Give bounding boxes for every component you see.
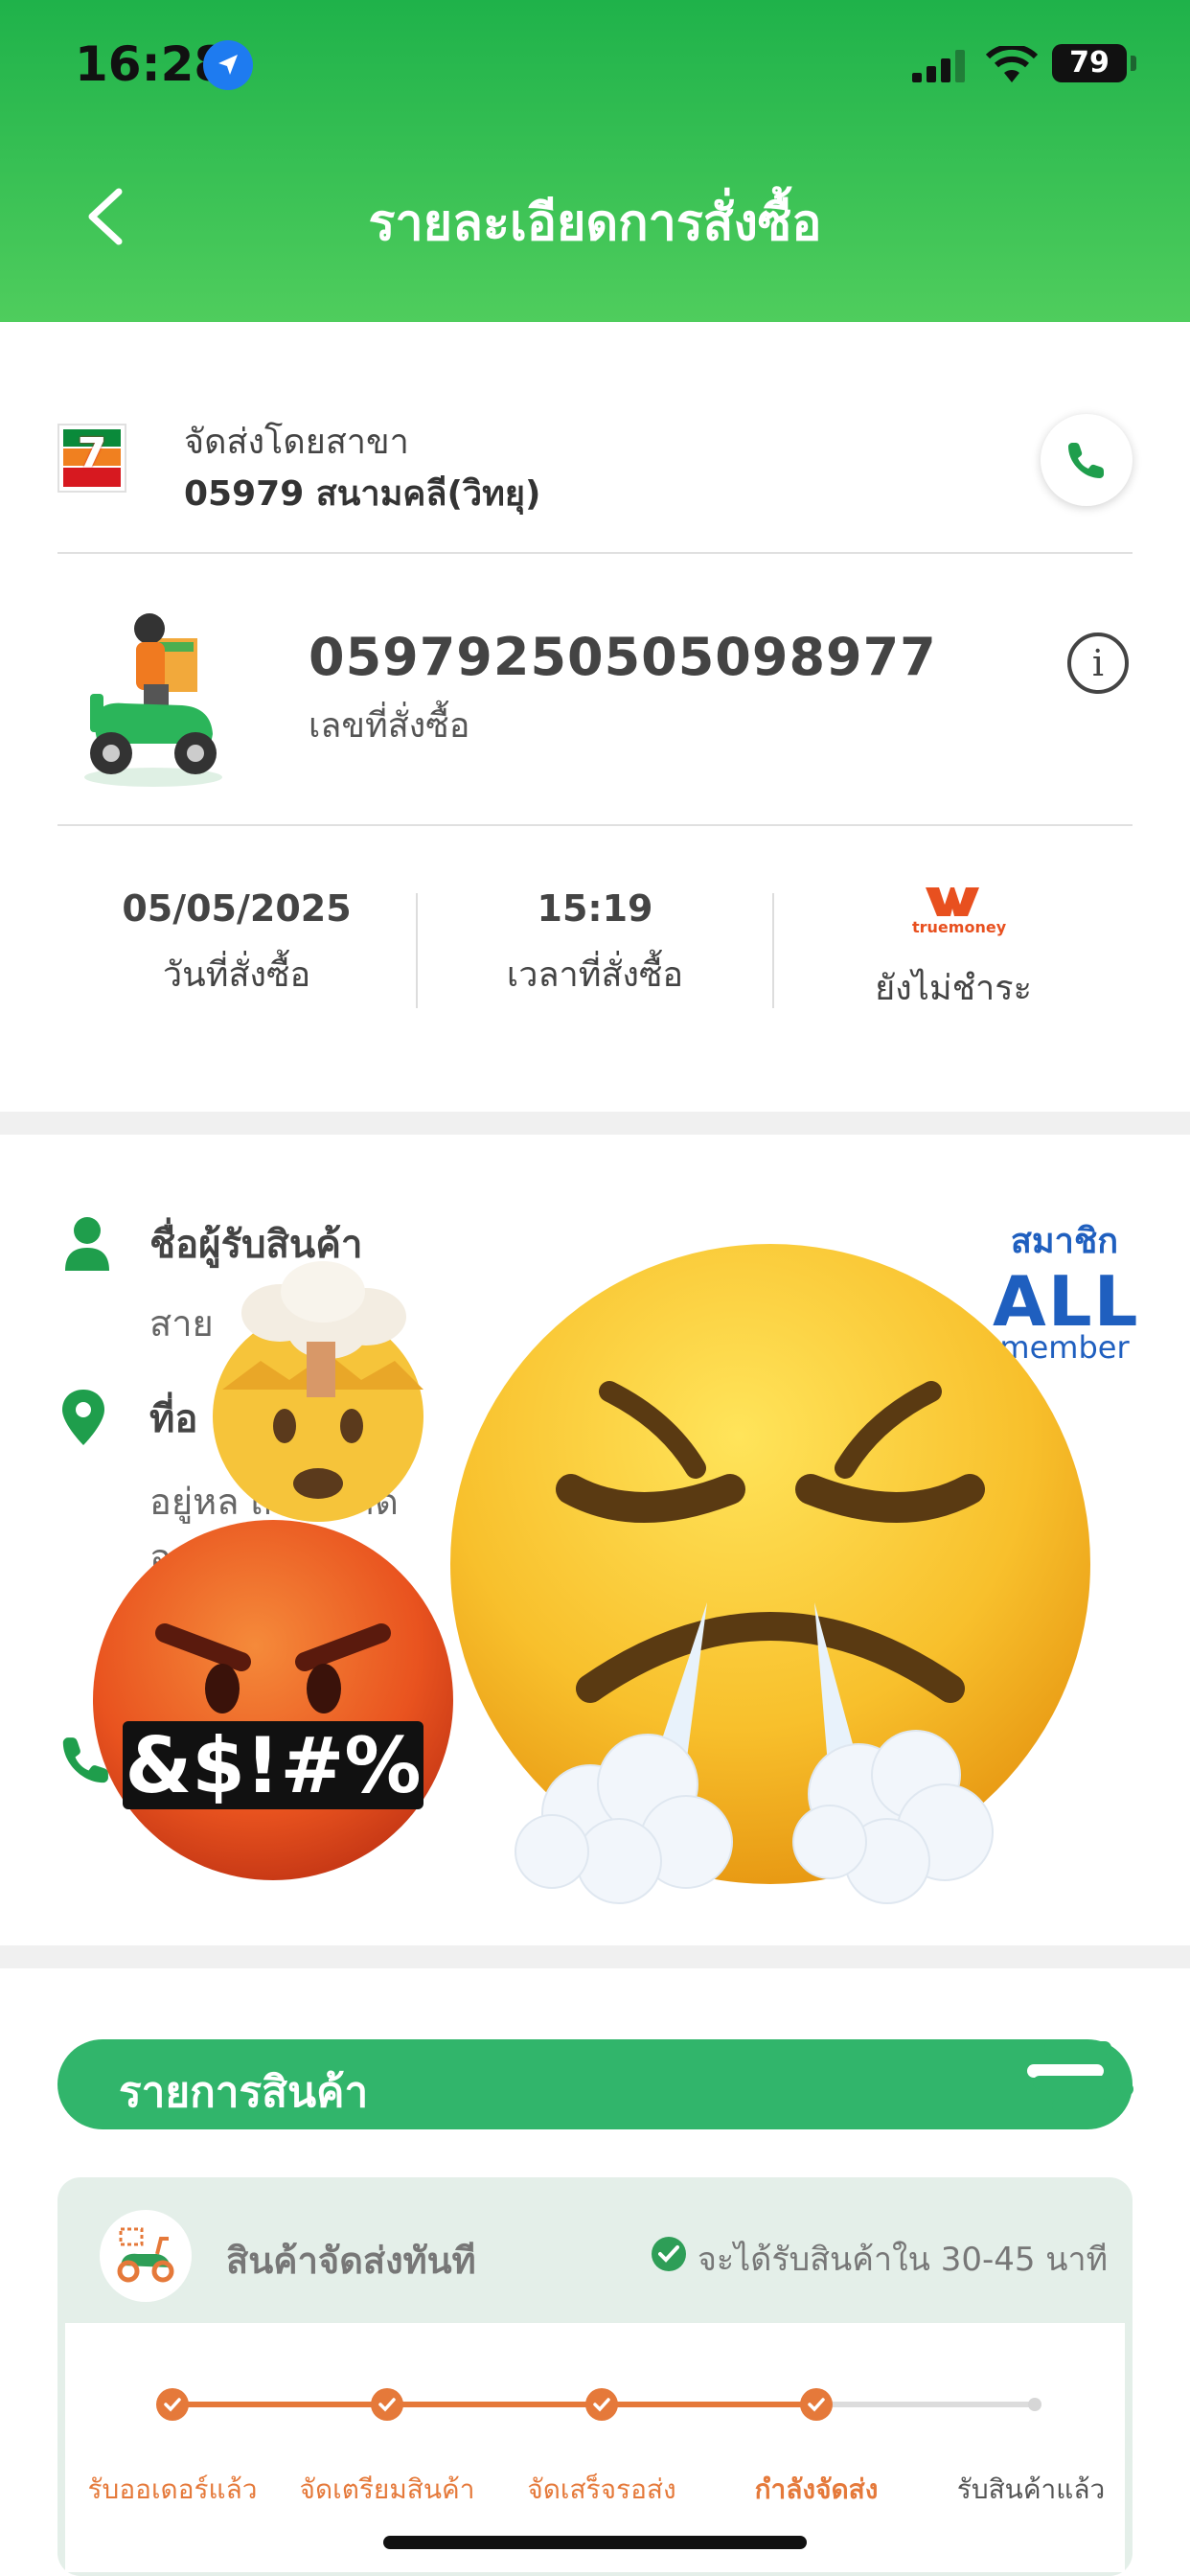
scooter-icon [117,2227,174,2283]
speed-lines-icon [1027,2041,1133,2112]
divider [57,824,1133,826]
location-pin-icon [62,1390,104,1445]
person-icon [65,1217,109,1271]
battery-level: 79 [1069,46,1110,80]
location-arrow-icon [203,40,253,90]
step-label: จัดเสร็จรอส่ง [527,2473,676,2505]
header: 16:28 79 รายละเอียดการสั่งซื้อ [0,0,1190,322]
payment-brand: truemoney [912,918,1007,936]
delivery-card: สินค้าจัดส่งทันที จะได้รับสินค้าใน 30-45… [57,2177,1133,2576]
home-indicator[interactable] [383,2536,807,2549]
branch-name: 05979 สนามคลี(วิทยุ) [184,474,541,514]
face-with-steam-emoji [450,1244,1090,1904]
order-date-label: วันที่สั่งซื้อ [162,955,311,995]
step-done-icon [800,2388,833,2421]
order-date-stat: 05/05/2025 วันที่สั่งซื้อ [57,887,416,1001]
info-icon[interactable]: i [1067,632,1129,694]
payment-status-stat: ยังไม่ชำระ [774,960,1133,1015]
delivery-progress: รับออเดอร์แล้ว จัดเตรียมสินค้า จัดเสร็จร… [65,2323,1125,2572]
call-branch-button[interactable] [1041,414,1133,506]
delivery-eta: จะได้รับสินค้าใน 30-45 นาที [698,2241,1109,2279]
payment-status-label: ยังไม่ชำระ [875,969,1032,1008]
svg-text:&$!#%: &$!#% [125,1721,421,1810]
step-label-current: กำลังจัดส่ง [754,2473,879,2505]
delivery-badge [100,2210,192,2302]
section-gap [0,1945,1190,1968]
status-bar: 16:28 79 [0,0,1190,134]
order-number-label: เลขที่สั่งซื้อ [309,706,470,746]
step-label: จัดเตรียมสินค้า [299,2473,475,2505]
step-done-icon [371,2388,403,2421]
step-done-icon [585,2388,618,2421]
progress-track-remaining [816,2402,1035,2407]
battery-tip [1131,56,1136,71]
seven-eleven-logo-icon: 7 [57,424,126,493]
divider [57,552,1133,554]
branch-label: จัดส่งโดยสาขา [184,423,409,462]
cursing-face-emoji: &$!#% [93,1520,453,1880]
delivery-scooter-icon [84,613,222,787]
recipient-section: ชื่อผู้รับสินค้า สาย สมาชิก ALL member ท… [0,1135,1190,1945]
order-date-value: 05/05/2025 [122,887,352,930]
progress-track-done [172,2402,816,2407]
order-time-value: 15:19 [537,887,653,930]
order-number: 05979250505098977 [309,627,937,687]
order-time-stat: 15:19 เวลาที่สั่งซื้อ [416,887,774,1001]
step-done-icon [156,2388,189,2421]
phone-icon [1068,443,1104,478]
wifi-icon [985,46,1039,82]
step-label: รับออเดอร์แล้ว [87,2473,258,2505]
cellular-signal-icon [912,50,965,82]
order-time-label: เวลาที่สั่งซื้อ [506,955,684,995]
products-header-bar: รายการสินค้า [57,2039,1133,2129]
order-info-section: 7 จัดส่งโดยสาขา 05979 สนามคลี(วิทยุ) 059… [0,322,1190,1112]
step-label: รับสินค้าแล้ว [956,2473,1106,2505]
step-pending-icon [1028,2398,1041,2411]
delivery-type: สินค้าจัดส่งทันที [226,2240,476,2282]
battery-icon: 79 [1052,44,1127,82]
check-circle-icon [652,2237,686,2271]
truemoney-logo-icon: truemoney [912,887,1006,941]
exploding-head-emoji [213,1261,423,1522]
page-title: รายละเอียดการสั่งซื้อ [368,195,822,252]
section-gap [0,1112,1190,1135]
products-title: รายการสินค้า [119,2068,369,2117]
